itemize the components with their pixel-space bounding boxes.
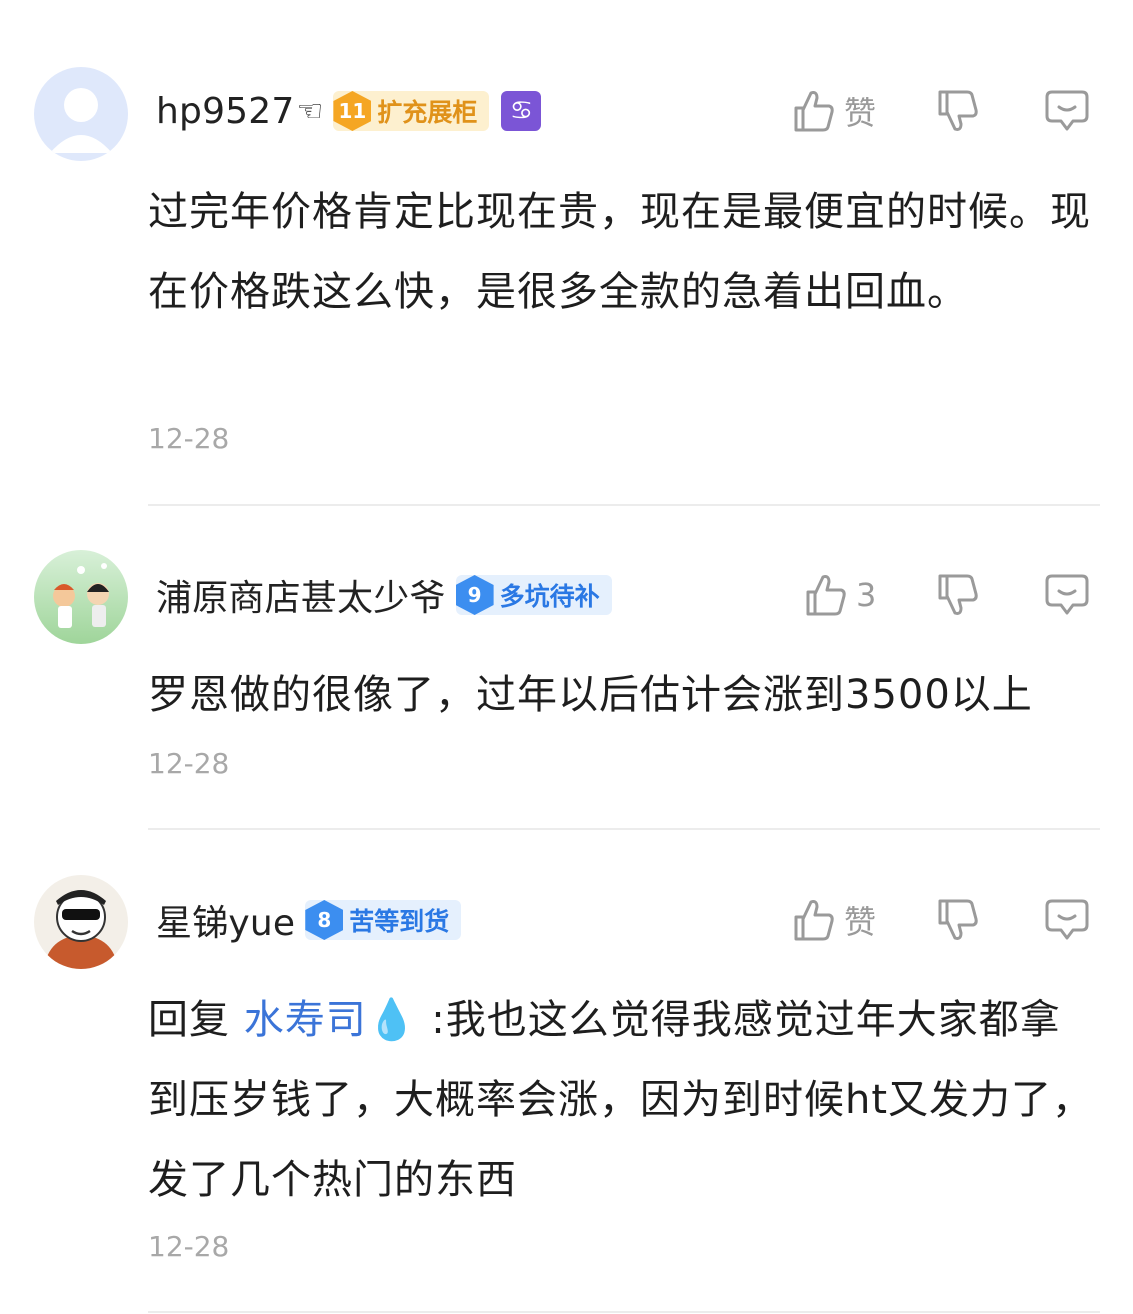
thumbs-down-icon <box>938 899 978 940</box>
badge-title: 多坑待补 <box>499 582 600 611</box>
username[interactable]: 星锑yue <box>156 894 295 946</box>
like-count: 3 <box>856 576 877 614</box>
dislike-button[interactable] <box>936 895 980 945</box>
comment-date: 12-28 <box>148 422 230 455</box>
water-drop-icon: 💧 <box>366 997 418 1043</box>
pointing-hand-icon: ☜ <box>296 93 324 129</box>
avatar[interactable] <box>34 875 128 969</box>
comment-bubble-icon <box>1045 899 1089 940</box>
level-badge: 9 多坑待补 <box>455 575 612 615</box>
badge-title: 苦等到货 <box>349 907 450 936</box>
level-badge: 8 苦等到货 <box>305 900 462 940</box>
like-button[interactable]: 赞 <box>792 895 876 945</box>
divider <box>148 1311 1100 1313</box>
reply-target-username[interactable]: 水寿司 <box>244 997 367 1043</box>
dislike-button[interactable] <box>936 570 980 620</box>
reply-button[interactable] <box>1044 86 1090 136</box>
divider <box>148 504 1100 506</box>
like-label: 赞 <box>844 903 877 941</box>
reply-button[interactable] <box>1044 895 1090 945</box>
like-label: 赞 <box>844 94 877 132</box>
like-button[interactable]: 3 <box>804 570 876 620</box>
comment-bubble-icon <box>1045 90 1089 131</box>
user-info-row: hp9527 ☜ 11 扩充展柜 ♋ <box>156 86 542 136</box>
username[interactable]: 浦原商店甚太少爷 <box>156 569 446 621</box>
thumbs-up-icon <box>806 575 846 616</box>
level-number: 8 <box>305 900 344 940</box>
level-badge: 11 扩充展柜 <box>333 91 490 131</box>
user-info-row: 星锑yue 8 苦等到货 <box>156 894 462 946</box>
comment-text: 回复 水寿司💧 :我也这么觉得我感觉过年大家都拿到压岁钱了，大概率会涨，因为到时… <box>148 980 1098 1220</box>
comment-date: 12-28 <box>148 1230 230 1263</box>
dislike-button[interactable] <box>936 86 980 136</box>
reply-button[interactable] <box>1044 570 1090 620</box>
comment-actions: 赞 <box>790 895 1100 945</box>
comment-actions: 3 <box>790 570 1100 620</box>
user-info-row: 浦原商店甚太少爷 9 多坑待补 <box>156 570 612 620</box>
level-number: 11 <box>333 91 372 131</box>
thumbs-up-icon <box>794 900 834 941</box>
badge-title: 扩充展柜 <box>377 98 478 127</box>
cancer-icon: ♋ <box>501 91 542 131</box>
comment-text: 罗恩做的很像了，过年以后估计会涨到3500以上 <box>148 672 1033 718</box>
avatar[interactable] <box>34 550 128 644</box>
thumbs-up-icon <box>794 91 834 132</box>
thumbs-down-icon <box>938 574 978 615</box>
avatar[interactable] <box>34 67 128 161</box>
comment-text: 过完年价格肯定比现在贵，现在是最便宜的时候。现在价格跌这么快，是很多全款的急着出… <box>148 189 1091 315</box>
comment-actions: 赞 <box>790 86 1100 136</box>
reply-prefix: 回复 <box>148 997 230 1043</box>
divider <box>148 828 1100 830</box>
comment-bubble-icon <box>1045 574 1089 615</box>
level-number: 9 <box>455 575 494 615</box>
like-button[interactable]: 赞 <box>792 86 876 136</box>
username[interactable]: hp9527 <box>156 91 295 132</box>
thumbs-down-icon <box>938 90 978 131</box>
comment-date: 12-28 <box>148 747 230 780</box>
